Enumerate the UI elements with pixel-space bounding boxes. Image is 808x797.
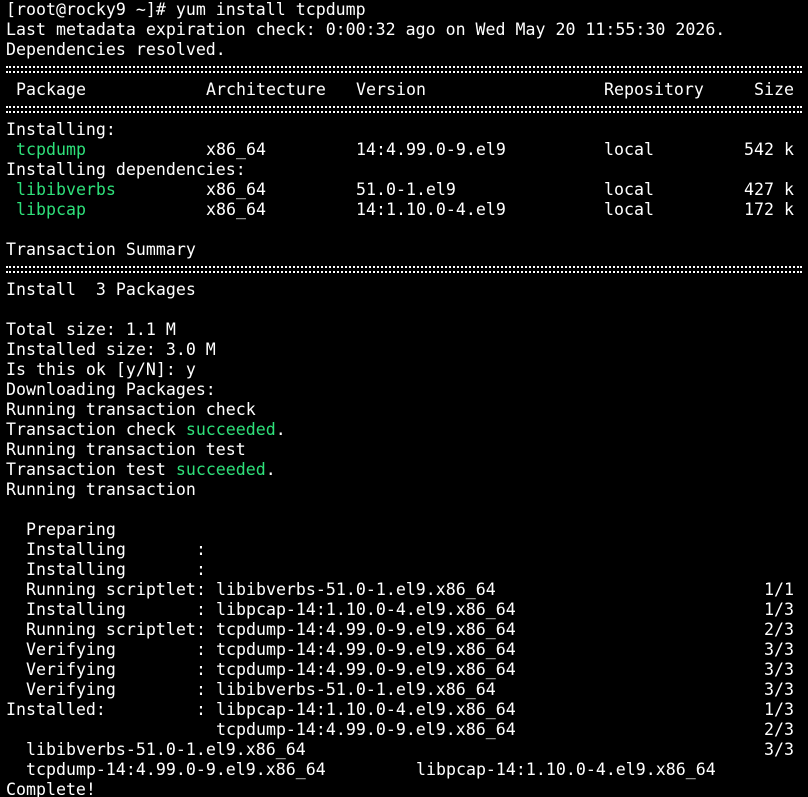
table-row: libibverbs x86_64 51.0-1.el9 local 427 k (6, 180, 808, 200)
terminal-window[interactable]: [root@rocky9 ~]# yum install tcpdump Las… (0, 0, 808, 797)
installed-label: Installed: (6, 700, 106, 719)
check-prefix: Transaction check (6, 420, 186, 439)
installed-item: libpcap-14:1.10.0-4.el9.x86_64 (416, 760, 716, 779)
table-row: libpcap x86_64 14:1.10.0-4.el9 local 172… (6, 200, 808, 220)
table-row: tcpdump x86_64 14:4.99.0-9.el9 local 542… (6, 140, 808, 160)
installed-item: tcpdump-14:4.99.0-9.el9.x86_64 (26, 760, 326, 779)
package-name: libibverbs (16, 180, 116, 199)
package-arch: x86_64 (206, 180, 266, 199)
header-repository: Repository (604, 80, 704, 99)
package-arch: x86_64 (206, 200, 266, 219)
step-count: 3/3 (764, 680, 794, 699)
package-version: 14:4.99.0-9.el9 (356, 140, 506, 159)
step-row: Installing : libibverbs-51.0-1.el9.x86_6… (6, 520, 808, 619)
package-size: 427 k (744, 180, 794, 199)
downloading-line: Downloading Packages: (6, 380, 216, 399)
package-size: 172 k (744, 200, 794, 219)
check-suffix: . (275, 420, 286, 439)
package-arch: x86_64 (206, 140, 266, 159)
install-count-line: Install 3 Packages (6, 280, 196, 299)
header-version: Version (356, 80, 426, 99)
step-package: libibverbs-51.0-1.el9.x86_64 (216, 680, 496, 699)
check-result-line: Transaction check succeeded. (6, 420, 808, 440)
separator-line (6, 60, 802, 80)
installing-section-label: Installing: (6, 120, 116, 139)
command-prompt: [root@rocky9 ~]# yum install tcpdump (6, 0, 366, 19)
step-row: Verifying : libibverbs-51.0-1.el9.x86_64… (6, 620, 808, 719)
step-row: Verifying : libpcap-14:1.10.0-4.el9.x86_… (6, 640, 808, 739)
step-label: Verifying (26, 680, 116, 699)
header-size: Size (754, 80, 794, 99)
confirm-prompt-line: Is this ok [y/N]: y (6, 360, 196, 379)
package-repo: local (604, 180, 654, 199)
test-result-line: Transaction test succeeded. (6, 460, 808, 480)
transaction-summary-title: Transaction Summary (6, 240, 196, 259)
running-check-line: Running transaction check (6, 400, 256, 419)
header-architecture: Architecture (206, 80, 326, 99)
package-name: libpcap (16, 200, 86, 219)
package-size: 542 k (744, 140, 794, 159)
table-header-row: Package Architecture Version Repository … (6, 80, 808, 100)
package-version: 51.0-1.el9 (356, 180, 456, 199)
separator-line (6, 100, 802, 120)
total-size-line: Total size: 1.1 M (6, 320, 176, 339)
test-suffix: . (265, 460, 276, 479)
installed-size-line: Installed size: 3.0 M (6, 340, 216, 359)
step-colon: : (196, 680, 206, 699)
installed-row: libibverbs-51.0-1.el9.x86_64 libpcap-14:… (6, 720, 808, 779)
package-name: tcpdump (16, 140, 86, 159)
step-row: Installing : libpcap-14:1.10.0-4.el9.x86… (6, 540, 808, 639)
installed-row: tcpdump-14:4.99.0-9.el9.x86_64 (6, 740, 808, 779)
metadata-check-line: Last metadata expiration check: 0:00:32 … (6, 20, 726, 39)
dependencies-section-label: Installing dependencies: (6, 160, 246, 179)
package-version: 14:1.10.0-4.el9 (356, 200, 506, 219)
check-status: succeeded (185, 420, 276, 439)
step-row: Running scriptlet : tcpdump-14:4.99.0-9.… (6, 560, 808, 659)
step-row: Running scriptlet : tcpdump-14:4.99.0-9.… (6, 600, 808, 699)
step-row: Installing : tcpdump-14:4.99.0-9.el9.x86… (6, 580, 808, 679)
dependencies-resolved-line: Dependencies resolved. (6, 40, 226, 59)
step-row: Preparing : 1/1 (6, 500, 808, 599)
test-prefix: Transaction test (6, 460, 176, 479)
separator-line (6, 260, 802, 280)
package-repo: local (604, 140, 654, 159)
step-row: Verifying : tcpdump-14:4.99.0-9.el9.x86_… (6, 660, 808, 759)
complete-line: Complete! (6, 780, 96, 797)
running-test-line: Running transaction test (6, 440, 246, 459)
header-package: Package (16, 80, 86, 99)
test-status: succeeded (175, 460, 266, 479)
package-repo: local (604, 200, 654, 219)
running-transaction-line: Running transaction (6, 480, 196, 499)
